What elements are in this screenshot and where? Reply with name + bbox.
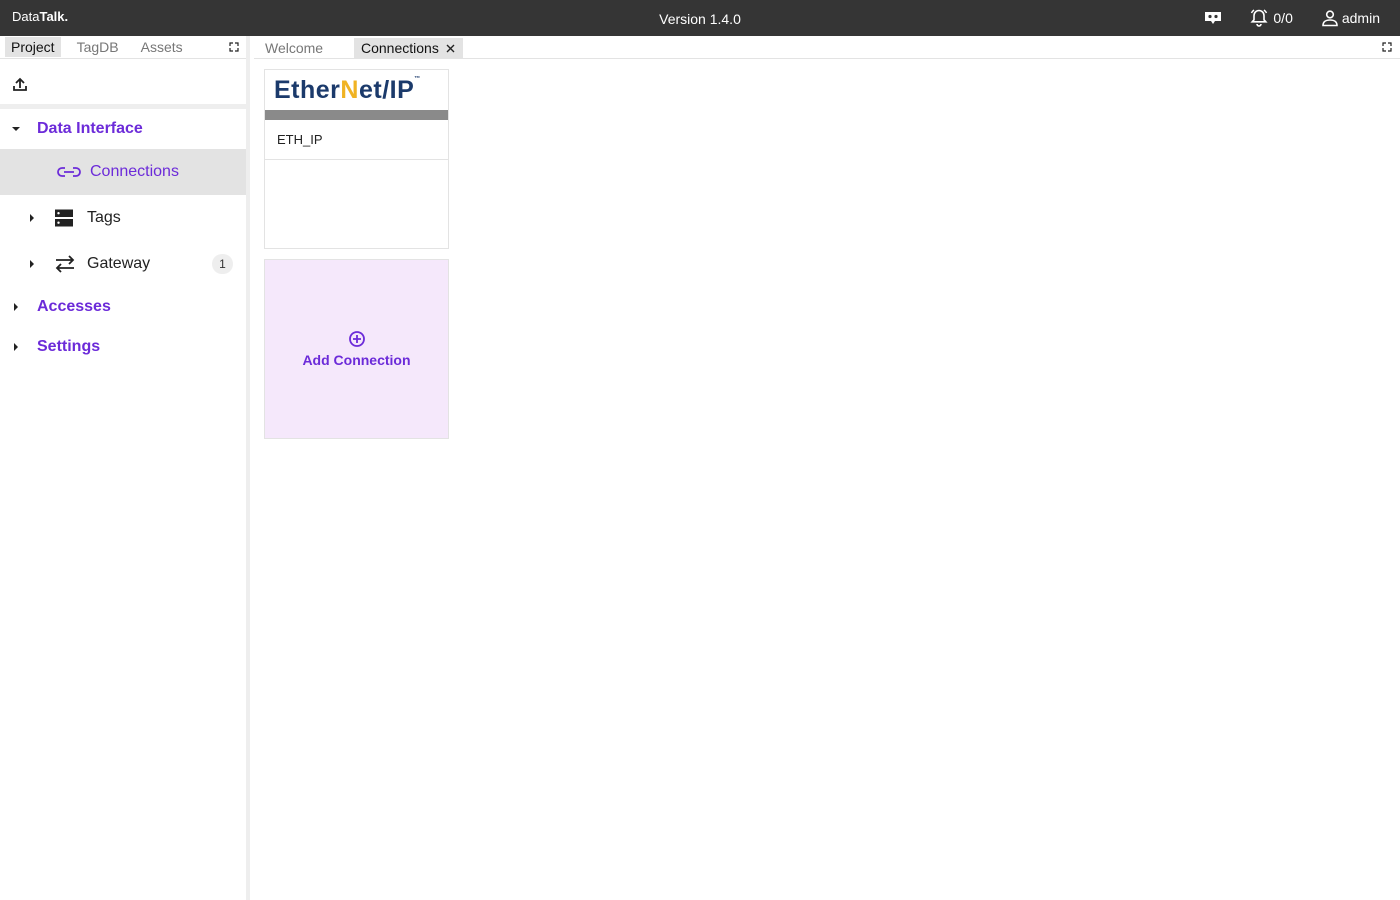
chat-icon <box>1205 12 1222 24</box>
expand-icon[interactable] <box>229 42 239 52</box>
add-connection-label: Add Connection <box>302 352 411 368</box>
tree-section-data-interface[interactable]: Data Interface <box>0 109 246 149</box>
upload-icon[interactable] <box>12 76 28 92</box>
tab-tagdb[interactable]: TagDB <box>71 37 125 57</box>
tree-item-connections[interactable]: Connections <box>0 149 246 195</box>
connection-name: ETH_IP <box>265 120 448 160</box>
tab-connections[interactable]: Connections <box>354 38 463 58</box>
tab-assets[interactable]: Assets <box>135 37 189 57</box>
caret-down-icon[interactable] <box>12 125 20 133</box>
tree-item-gateway[interactable]: Gateway 1 <box>0 241 246 287</box>
database-icon <box>55 209 73 227</box>
section-label-accesses: Accesses <box>37 298 111 315</box>
connection-card[interactable]: EtherNet/IP™ ETH_IP <box>264 69 449 249</box>
alarm-button[interactable]: 0/0 <box>1249 8 1293 28</box>
main-area: Welcome Connections EtherNet/IP™ ETH_IP … <box>254 36 1400 900</box>
link-icon <box>57 167 81 177</box>
close-icon[interactable] <box>446 44 455 53</box>
tree-label-tags: Tags <box>87 209 121 226</box>
user-menu[interactable]: admin <box>1321 9 1380 27</box>
expand-icon[interactable] <box>1382 42 1392 52</box>
user-name: admin <box>1341 10 1380 26</box>
tree-section-accesses[interactable]: Accesses <box>0 287 246 327</box>
card-header-bar <box>265 110 448 120</box>
panel-tabs: Project TagDB Assets <box>0 36 246 59</box>
tree-section-settings[interactable]: Settings <box>0 327 246 367</box>
editor-tabs: Welcome Connections <box>254 36 1400 59</box>
tab-welcome[interactable]: Welcome <box>258 38 330 58</box>
tree-item-tags[interactable]: Tags <box>0 195 246 241</box>
tree-label-gateway: Gateway <box>87 255 151 272</box>
swap-arrows-icon <box>55 255 75 273</box>
version-label: Version 1.4.0 <box>659 11 741 27</box>
alarm-count: 0/0 <box>1273 10 1293 26</box>
tree-label-connections: Connections <box>90 163 179 180</box>
section-label-data-interface: Data Interface <box>37 120 143 137</box>
alarm-bell-icon <box>1250 9 1268 27</box>
top-bar: DataTalk. Version 1.4.0 0/0 admin <box>0 0 1400 36</box>
caret-right-icon[interactable] <box>29 260 35 268</box>
caret-right-icon[interactable] <box>13 303 21 311</box>
caret-right-icon[interactable] <box>13 343 21 351</box>
caret-right-icon[interactable] <box>29 214 35 222</box>
project-panel: Project TagDB Assets Data Interface Conn… <box>0 36 250 900</box>
add-connection-card[interactable]: Add Connection <box>264 259 449 439</box>
add-circle-icon <box>348 331 365 347</box>
tab-project[interactable]: Project <box>5 37 61 57</box>
gateway-count-badge: 1 <box>212 254 233 274</box>
section-label-settings: Settings <box>37 338 101 355</box>
tab-connections-label: Connections <box>361 40 439 56</box>
topbar-actions: 0/0 admin <box>1203 8 1380 28</box>
chat-button[interactable] <box>1203 9 1223 27</box>
ethernet-ip-logo: EtherNet/IP™ <box>274 75 421 104</box>
user-icon <box>1322 10 1338 27</box>
toolbar-row <box>0 59 246 109</box>
